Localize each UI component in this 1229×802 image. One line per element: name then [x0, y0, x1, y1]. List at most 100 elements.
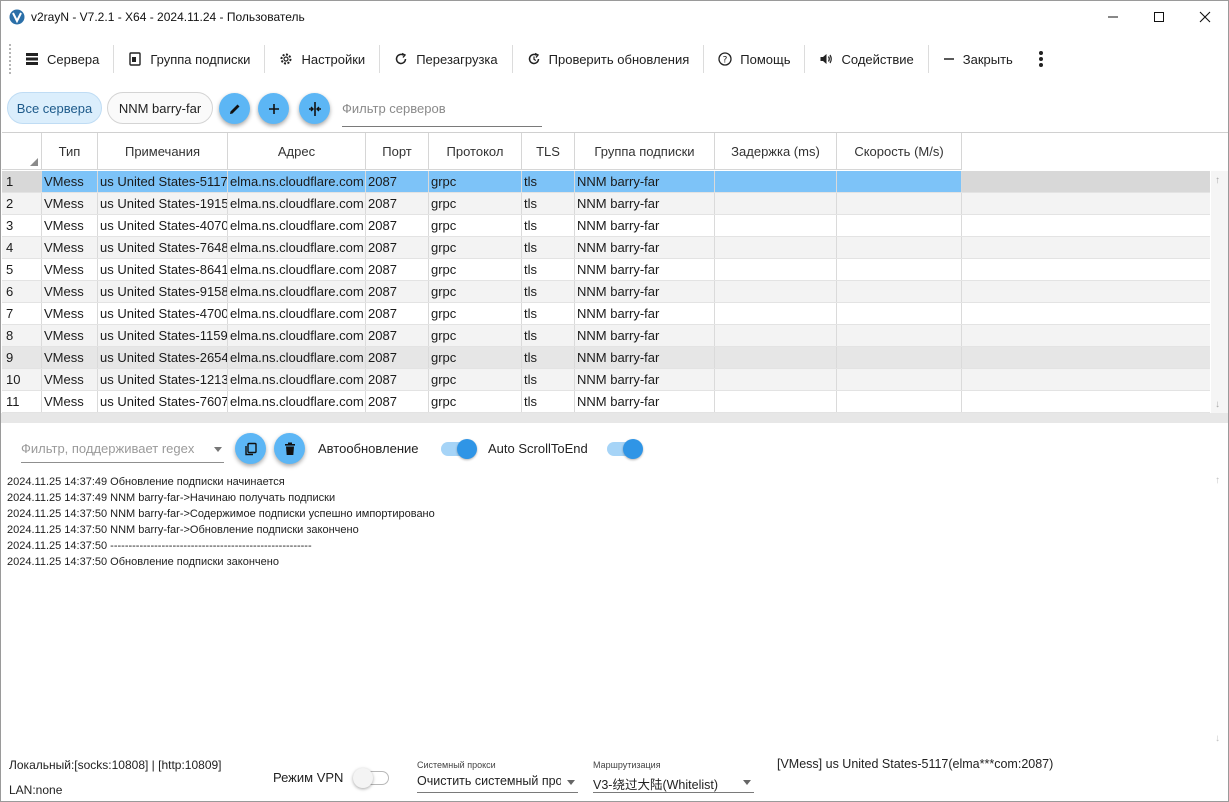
restart-button[interactable]: Перезагрузка	[380, 41, 511, 77]
minimize-button[interactable]	[1090, 1, 1136, 32]
help-label: Помощь	[740, 51, 791, 67]
row-index[interactable]: 2	[2, 193, 42, 214]
table-row[interactable]: 8 VMess us United States-1159 elma.ns.cloud…	[2, 325, 1210, 347]
cell-group: NNM barry-far	[575, 215, 715, 236]
select-all-corner[interactable]	[2, 133, 42, 170]
log-line: 2024.11.25 14:37:49 Обновление подписки …	[7, 476, 285, 488]
cell-type: VMess	[42, 237, 98, 258]
cell-speed	[837, 303, 962, 324]
column-header[interactable]: Группа подписки	[575, 133, 715, 170]
server-filter-input[interactable]: Фильтр серверов	[342, 95, 542, 127]
cell-protocol: grpc	[429, 303, 522, 324]
cell-address: elma.ns.cloudflare.com	[228, 325, 366, 346]
scroll-down-icon[interactable]: ↓	[1215, 733, 1220, 744]
column-header[interactable]: TLS	[522, 133, 575, 170]
row-index[interactable]: 6	[2, 281, 42, 302]
column-header[interactable]: Скорость (M/s)	[837, 133, 962, 170]
row-filler	[962, 215, 1210, 236]
dropdown-caret-icon	[214, 447, 222, 452]
cell-address: elma.ns.cloudflare.com	[228, 237, 366, 258]
auto-scroll-toggle[interactable]	[607, 439, 643, 459]
cell-delay	[715, 369, 837, 390]
table-row[interactable]: 3 VMess us United States-4070 elma.ns.cloud…	[2, 215, 1210, 237]
table-row[interactable]: 4 VMess us United States-7648 elma.ns.cloud…	[2, 237, 1210, 259]
help-button[interactable]: ? Помощь	[704, 41, 804, 77]
cell-protocol: grpc	[429, 391, 522, 412]
log-scrollbar[interactable]: ↑ ↓	[1211, 473, 1228, 748]
routing-select[interactable]: V3-绕过大陆(Whitelist)	[593, 771, 754, 793]
copy-log-button[interactable]	[235, 433, 266, 464]
row-index[interactable]: 9	[2, 347, 42, 368]
row-index[interactable]: 8	[2, 325, 42, 346]
close-app-button[interactable]: Закрыть	[929, 41, 1027, 77]
panel-splitter[interactable]	[1, 413, 1228, 423]
row-filler	[962, 171, 1210, 192]
cell-port: 2087	[366, 215, 429, 236]
log-filter-placeholder: Фильтр, поддерживает regex	[21, 441, 195, 456]
more-options-button[interactable]	[1031, 41, 1051, 77]
column-header[interactable]: Протокол	[429, 133, 522, 170]
promotion-button[interactable]: Содействие	[805, 41, 927, 77]
copy-icon	[244, 442, 257, 455]
row-index[interactable]: 3	[2, 215, 42, 236]
edit-subscription-button[interactable]	[219, 93, 250, 124]
subscription-group-button[interactable]: Группа подписки	[114, 41, 264, 77]
log-output[interactable]: 2024.11.25 14:37:49 Обновление подписки …	[7, 474, 1197, 570]
table-row[interactable]: 7 VMess us United States-4700 elma.ns.cloud…	[2, 303, 1210, 325]
check-updates-button[interactable]: Проверить обновления	[513, 41, 704, 77]
cell-tls: tls	[522, 171, 575, 192]
servers-grid: Тип Примечания Адрес Порт Протокол TLS Группа …	[2, 132, 1228, 413]
system-proxy-select[interactable]: Очистить системный прокси	[417, 771, 578, 793]
column-header[interactable]: Тип	[42, 133, 98, 170]
row-index[interactable]: 11	[2, 391, 42, 412]
row-filler	[962, 259, 1210, 280]
table-row[interactable]: 11 VMess us United States-7607 elma.ns.clou…	[2, 391, 1210, 413]
cell-remarks: us United States-4070	[98, 215, 228, 236]
vpn-mode-toggle[interactable]	[353, 768, 389, 788]
cell-port: 2087	[366, 325, 429, 346]
table-row[interactable]: 10 VMess us United States-1213 elma.ns.clou…	[2, 369, 1210, 391]
grid-rows: 1 VMess us United States-5117 elma.ns.cloud…	[2, 171, 1210, 413]
add-subscription-button[interactable]	[258, 93, 289, 124]
clear-log-button[interactable]	[274, 433, 305, 464]
scroll-up-icon[interactable]: ↑	[1215, 475, 1220, 486]
row-index[interactable]: 5	[2, 259, 42, 280]
cell-speed	[837, 259, 962, 280]
auto-scroll-label: Auto ScrollToEnd	[488, 441, 588, 456]
column-header[interactable]: Задержка (ms)	[715, 133, 837, 170]
cell-tls: tls	[522, 215, 575, 236]
column-header[interactable]: Примечания	[98, 133, 228, 170]
compress-icon	[308, 101, 321, 116]
cell-type: VMess	[42, 369, 98, 390]
column-header[interactable]: Порт	[366, 133, 429, 170]
row-index[interactable]: 10	[2, 369, 42, 390]
cell-group: NNM barry-far	[575, 347, 715, 368]
reload-icon	[395, 52, 407, 65]
servers-menu-button[interactable]: Сервера	[11, 41, 113, 77]
scroll-down-icon[interactable]: ↓	[1215, 399, 1220, 410]
cell-type: VMess	[42, 193, 98, 214]
row-index[interactable]: 7	[2, 303, 42, 324]
table-row[interactable]: 6 VMess us United States-9158 elma.ns.cloud…	[2, 281, 1210, 303]
update-subscription-button[interactable]	[299, 93, 330, 124]
row-index[interactable]: 1	[2, 171, 42, 192]
auto-refresh-toggle[interactable]	[441, 439, 477, 459]
log-toolbar: Фильтр, поддерживает regex Автообновлени…	[1, 425, 1228, 469]
cell-delay	[715, 193, 837, 214]
maximize-button[interactable]	[1136, 1, 1182, 32]
toggle-knob	[457, 439, 477, 459]
close-window-button[interactable]	[1182, 1, 1228, 32]
log-filter-input[interactable]: Фильтр, поддерживает regex	[21, 435, 224, 463]
table-row[interactable]: 1 VMess us United States-5117 elma.ns.cloud…	[2, 171, 1210, 193]
subscription-tab[interactable]: NNM barry-far	[107, 92, 213, 124]
table-row[interactable]: 9 VMess us United States-2654 elma.ns.cloud…	[2, 347, 1210, 369]
settings-button[interactable]: Настройки	[265, 41, 379, 77]
table-row[interactable]: 2 VMess us United States-1915 elma.ns.cloud…	[2, 193, 1210, 215]
table-row[interactable]: 5 VMess us United States-8641 elma.ns.cloud…	[2, 259, 1210, 281]
column-header[interactable]: Адрес	[228, 133, 366, 170]
all-servers-tab[interactable]: Все сервера	[7, 92, 102, 124]
scroll-up-icon[interactable]: ↑	[1215, 175, 1220, 186]
grid-scrollbar[interactable]: ↑ ↓	[1211, 171, 1228, 413]
row-index[interactable]: 4	[2, 237, 42, 258]
cell-remarks: us United States-7648	[98, 237, 228, 258]
